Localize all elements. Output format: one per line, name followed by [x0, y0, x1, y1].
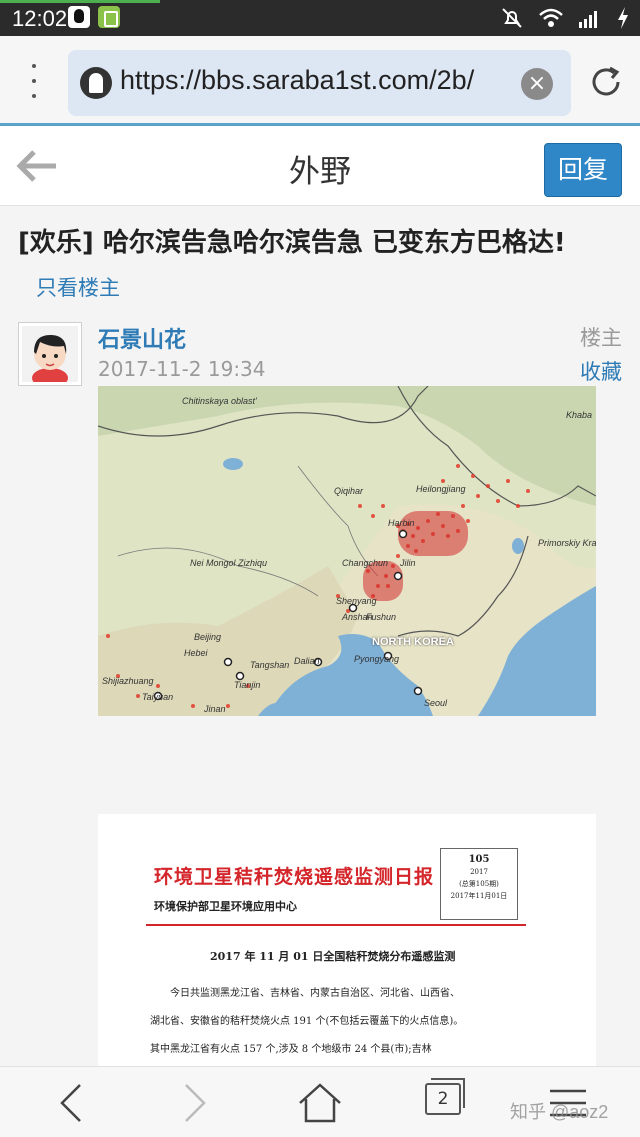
doc-issue-box: 105 2017 (总第105期) 2017年11月01日: [440, 848, 518, 920]
address-bar[interactable]: https://bbs.saraba1st.com/2b/ ×: [68, 50, 571, 116]
page-load-progress: [0, 0, 160, 3]
doc-issue-date: 2017年11月01日: [450, 892, 508, 900]
nav-forward-icon[interactable]: [180, 1081, 210, 1125]
map-label: Shijiazhuang: [102, 676, 154, 686]
watermark: 知乎 @aoz2: [510, 1102, 609, 1122]
map-label: Dalian: [294, 656, 320, 666]
doc-body-line: 其中黑龙江省有火点 157 个,涉及 8 个地级市 24 个县(市);吉林: [150, 1044, 432, 1055]
browser-toolbar: https://bbs.saraba1st.com/2b/ ×: [0, 36, 640, 126]
map-label: Heilongjiang: [416, 484, 466, 494]
floor-label: 楼主: [580, 326, 622, 350]
map-label: Hebei: [184, 648, 208, 658]
avatar[interactable]: [18, 322, 82, 388]
wifi-icon: [539, 8, 563, 27]
fire-map-image[interactable]: Chitinskaya oblast' Heilongjiang Qiqihar…: [98, 386, 596, 716]
doc-body-line: 今日共监测黑龙江省、吉林省、内蒙古自治区、河北省、山西省、: [170, 988, 460, 999]
map-label: Pyongyang: [354, 654, 400, 664]
doc-divider: [146, 924, 526, 926]
signal-icon: [579, 11, 597, 28]
url-text[interactable]: https://bbs.saraba1st.com/2b/: [120, 65, 506, 96]
tab-switcher-button[interactable]: 2: [425, 1078, 465, 1115]
clear-url-icon[interactable]: ×: [521, 68, 553, 100]
status-bar: 12:02: [0, 0, 640, 36]
reply-button[interactable]: 回复: [544, 143, 622, 197]
doc-total-issue: (总第105期): [459, 880, 499, 888]
post-time: 2017-11-2 19:34: [98, 357, 266, 381]
map-label: Jilin: [400, 558, 416, 568]
reload-icon[interactable]: [586, 62, 626, 102]
thread-content: [欢乐] 哈尔滨告急哈尔滨告急 已变东方巴格达! 只看楼主 石景山花 2017-…: [0, 206, 640, 1066]
map-label: Khaba: [566, 410, 593, 420]
map-label: Shenyang: [336, 596, 377, 606]
map-label: Fushun: [366, 612, 397, 622]
doc-subtitle: 2017 年 11 月 01 日全国秸秆焚烧分布遥感监测: [210, 950, 456, 963]
post-author[interactable]: 石景山花: [98, 322, 186, 354]
map-label: Qiqihar: [334, 486, 364, 496]
thread-title: [欢乐] 哈尔滨告急哈尔滨告急 已变东方巴格达!: [18, 228, 566, 258]
nav-back-icon[interactable]: [56, 1081, 86, 1125]
doc-org: 环境保护部卫星环境应用中心: [154, 900, 297, 913]
page-header: 外野 回复: [0, 126, 640, 206]
qq-notification-icon: [68, 6, 90, 28]
doc-body-line: 湖北省、安徽省的秸秆焚烧火点 191 个(不包括云覆盖下的火点信息)。: [150, 1016, 464, 1027]
favorite-link[interactable]: 收藏: [580, 356, 622, 386]
report-document-image[interactable]: 环境卫星秸秆焚烧遥感监测日报 环境保护部卫星环境应用中心 105 2017 (总…: [98, 814, 596, 1066]
battery-charging-icon: [618, 7, 628, 29]
doc-issue-number: 105: [468, 854, 490, 865]
home-icon[interactable]: [296, 1081, 344, 1125]
overflow-menu-icon[interactable]: [20, 58, 48, 104]
map-label: Seoul: [424, 698, 448, 708]
map-label: Tianjin: [234, 680, 261, 690]
map-label: Chitinskaya oblast': [182, 396, 257, 406]
map-label: Harbin: [388, 518, 415, 528]
mute-icon: [502, 8, 522, 28]
map-label: Tangshan: [250, 660, 290, 670]
app-notification-icon: [98, 6, 120, 28]
map-label: Nei Mongol Zizhiqu: [190, 558, 268, 568]
site-favicon-icon: [80, 67, 112, 99]
status-time: 12:02: [12, 6, 68, 31]
doc-title: 环境卫星秸秆焚烧遥感监测日报: [154, 866, 435, 888]
map-label: Beijing: [194, 632, 222, 642]
map-label: Jinan: [204, 704, 226, 714]
doc-issue-year: 2017: [470, 868, 488, 876]
only-op-link[interactable]: 只看楼主: [36, 272, 120, 302]
map-label: Taiyuan: [142, 692, 174, 702]
map-label: NORTH KOREA: [372, 636, 454, 648]
map-label: Primorskiy Kray: [538, 538, 596, 548]
map-label: Changchun: [342, 558, 389, 568]
